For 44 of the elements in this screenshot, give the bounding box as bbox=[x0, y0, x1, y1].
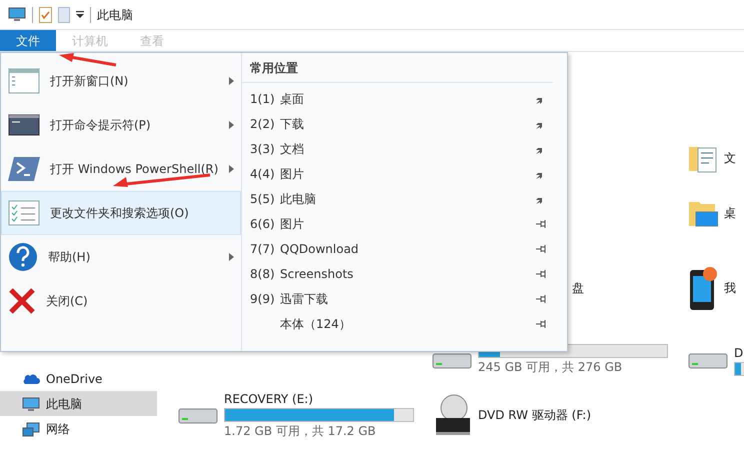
window-icon bbox=[8, 68, 40, 94]
menu-item[interactable]: 打开命令提示符(P) bbox=[1, 103, 241, 147]
nav-item[interactable]: OneDrive bbox=[0, 366, 157, 391]
place-item[interactable]: 本体（124） bbox=[242, 311, 553, 336]
drive-name: RECOVERY (E:) bbox=[224, 391, 314, 408]
menu-item[interactable]: 帮助(H) bbox=[1, 235, 241, 279]
help-icon bbox=[8, 242, 38, 272]
folder-name: 文 bbox=[724, 150, 736, 166]
powershell-icon bbox=[8, 156, 40, 182]
device-name: 盘 bbox=[572, 280, 584, 296]
close-icon bbox=[8, 287, 36, 315]
menu-item[interactable]: 打开新窗口(N) bbox=[1, 59, 241, 103]
command-prompt-icon bbox=[8, 114, 40, 136]
ribbon-tab[interactable]: 文件 bbox=[0, 30, 56, 51]
place-item[interactable]: 7(7) QQDownload bbox=[242, 236, 553, 261]
drive-space: 1.72 GB 可用，共 17.2 GB bbox=[224, 423, 377, 440]
drive-name: D bbox=[734, 345, 744, 362]
window-title: 此电脑 bbox=[97, 6, 133, 24]
drive-name: DVD RW 驱动器 (F:) bbox=[478, 407, 592, 424]
folder-name: 桌 bbox=[724, 204, 736, 222]
place-item[interactable]: 1(1) 桌面 bbox=[242, 86, 553, 111]
network-icon bbox=[22, 420, 40, 436]
section-heading: 常用位置 bbox=[242, 53, 553, 83]
computer-icon[interactable] bbox=[8, 7, 26, 22]
dropdown-icon[interactable] bbox=[76, 10, 84, 18]
nav-item[interactable]: 网络 bbox=[0, 416, 157, 441]
checklist-icon bbox=[8, 200, 40, 226]
place-item[interactable]: 3(3) 文档 bbox=[242, 136, 553, 161]
device-name: 我 bbox=[724, 280, 736, 296]
menu-item[interactable]: 打开 Windows PowerShell(R) bbox=[1, 147, 241, 191]
menu-item[interactable]: 更改文件夹和搜索选项(O) bbox=[1, 191, 241, 235]
place-item[interactable]: 9(9) 迅雷下载 bbox=[242, 286, 553, 311]
place-item[interactable]: 5(5) 此电脑 bbox=[242, 186, 553, 211]
menu-item[interactable]: 关闭(C) bbox=[1, 279, 241, 323]
place-item[interactable]: 4(4) 图片 bbox=[242, 161, 553, 186]
computer-icon bbox=[22, 396, 40, 412]
place-item[interactable]: 6(6) 图片 bbox=[242, 211, 553, 236]
phone-icon bbox=[688, 266, 718, 310]
place-item[interactable]: 2(2) 下载 bbox=[242, 111, 553, 136]
annotation-arrow bbox=[58, 53, 118, 67]
place-item[interactable]: 8(8) Screenshots bbox=[242, 261, 553, 286]
checklist-icon[interactable] bbox=[39, 6, 52, 22]
drive-space: 245 GB 可用，共 276 GB bbox=[478, 359, 624, 376]
nav-item[interactable]: 此电脑 bbox=[0, 391, 157, 416]
